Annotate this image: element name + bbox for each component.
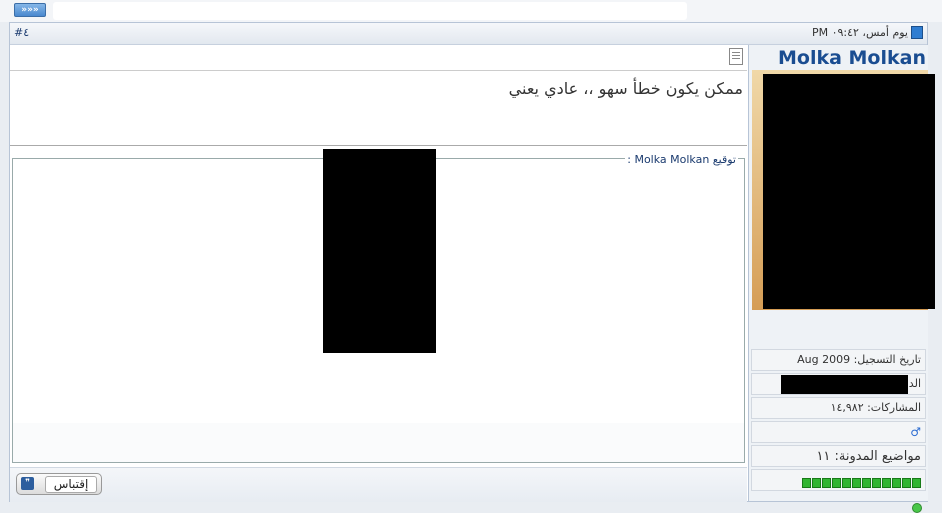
post-status-icon bbox=[911, 26, 923, 39]
blog-posts: مواضيع المدونة: ١١ bbox=[751, 445, 926, 467]
reputation-pip bbox=[882, 478, 891, 488]
post-number-link[interactable]: #٤ bbox=[14, 26, 29, 39]
reputation-pip bbox=[812, 478, 821, 488]
country-row: الدو bbox=[751, 373, 926, 395]
reputation-pip bbox=[832, 478, 841, 488]
top-blank-field bbox=[53, 2, 687, 20]
reputation-pip bbox=[802, 478, 811, 488]
male-icon: ♂ bbox=[910, 425, 921, 439]
message-icon bbox=[729, 48, 743, 65]
quote-button-label: إقتباس bbox=[45, 476, 97, 493]
post-header: #٤ يوم أمس، ٠٩:٤٢ PM bbox=[10, 23, 927, 45]
signature-legend: توقيع Molka Molkan : bbox=[625, 153, 738, 166]
avatar-redacted bbox=[763, 74, 935, 309]
post-count: المشاركات: ١٤,٩٨٢ bbox=[751, 397, 926, 419]
post-content: ممكن يكون خطأ سهو ،، عادي يعني توقيع Mol… bbox=[10, 45, 747, 502]
reputation-pip bbox=[842, 478, 851, 488]
top-bar: »»» bbox=[0, 0, 942, 22]
signature-lower-area bbox=[13, 423, 744, 462]
quote-icon: ❞ bbox=[21, 477, 34, 490]
nav-arrow-button[interactable]: »»» bbox=[14, 3, 46, 17]
reputation-pip bbox=[862, 478, 871, 488]
post-date-text: يوم أمس، ٠٩:٤٢ PM bbox=[811, 26, 908, 39]
gender-row: ♂ bbox=[751, 421, 926, 443]
country-redacted bbox=[781, 375, 908, 394]
username-link[interactable]: Molka Molkan bbox=[778, 47, 926, 69]
reputation-row bbox=[751, 469, 926, 491]
reputation-pip bbox=[872, 478, 881, 488]
reputation-bar bbox=[756, 473, 921, 488]
signature-box: توقيع Molka Molkan : bbox=[12, 149, 745, 463]
reputation-pip bbox=[902, 478, 911, 488]
user-sidebar: Molka Molkan تاريخ التسجيل: Aug 2009 الد… bbox=[748, 45, 935, 513]
forum-post: #٤ يوم أمس، ٠٩:٤٢ PM ممكن يكون خطأ سهو ،… bbox=[9, 22, 935, 513]
join-date: تاريخ التسجيل: Aug 2009 bbox=[751, 349, 926, 371]
message-divider bbox=[10, 70, 747, 71]
avatar bbox=[752, 70, 935, 310]
post-date: يوم أمس، ٠٩:٤٢ PM bbox=[812, 26, 923, 39]
signature-divider bbox=[10, 145, 747, 146]
post-message: ممكن يكون خطأ سهو ،، عادي يعني bbox=[508, 79, 743, 98]
reputation-pip bbox=[822, 478, 831, 488]
reputation-pip bbox=[892, 478, 901, 488]
post-footer: ❞ إقتباس bbox=[10, 467, 747, 502]
quote-button[interactable]: ❞ إقتباس bbox=[16, 473, 102, 495]
signature-image-redacted bbox=[323, 149, 436, 353]
reputation-pip bbox=[852, 478, 861, 488]
reputation-pip bbox=[912, 478, 921, 488]
